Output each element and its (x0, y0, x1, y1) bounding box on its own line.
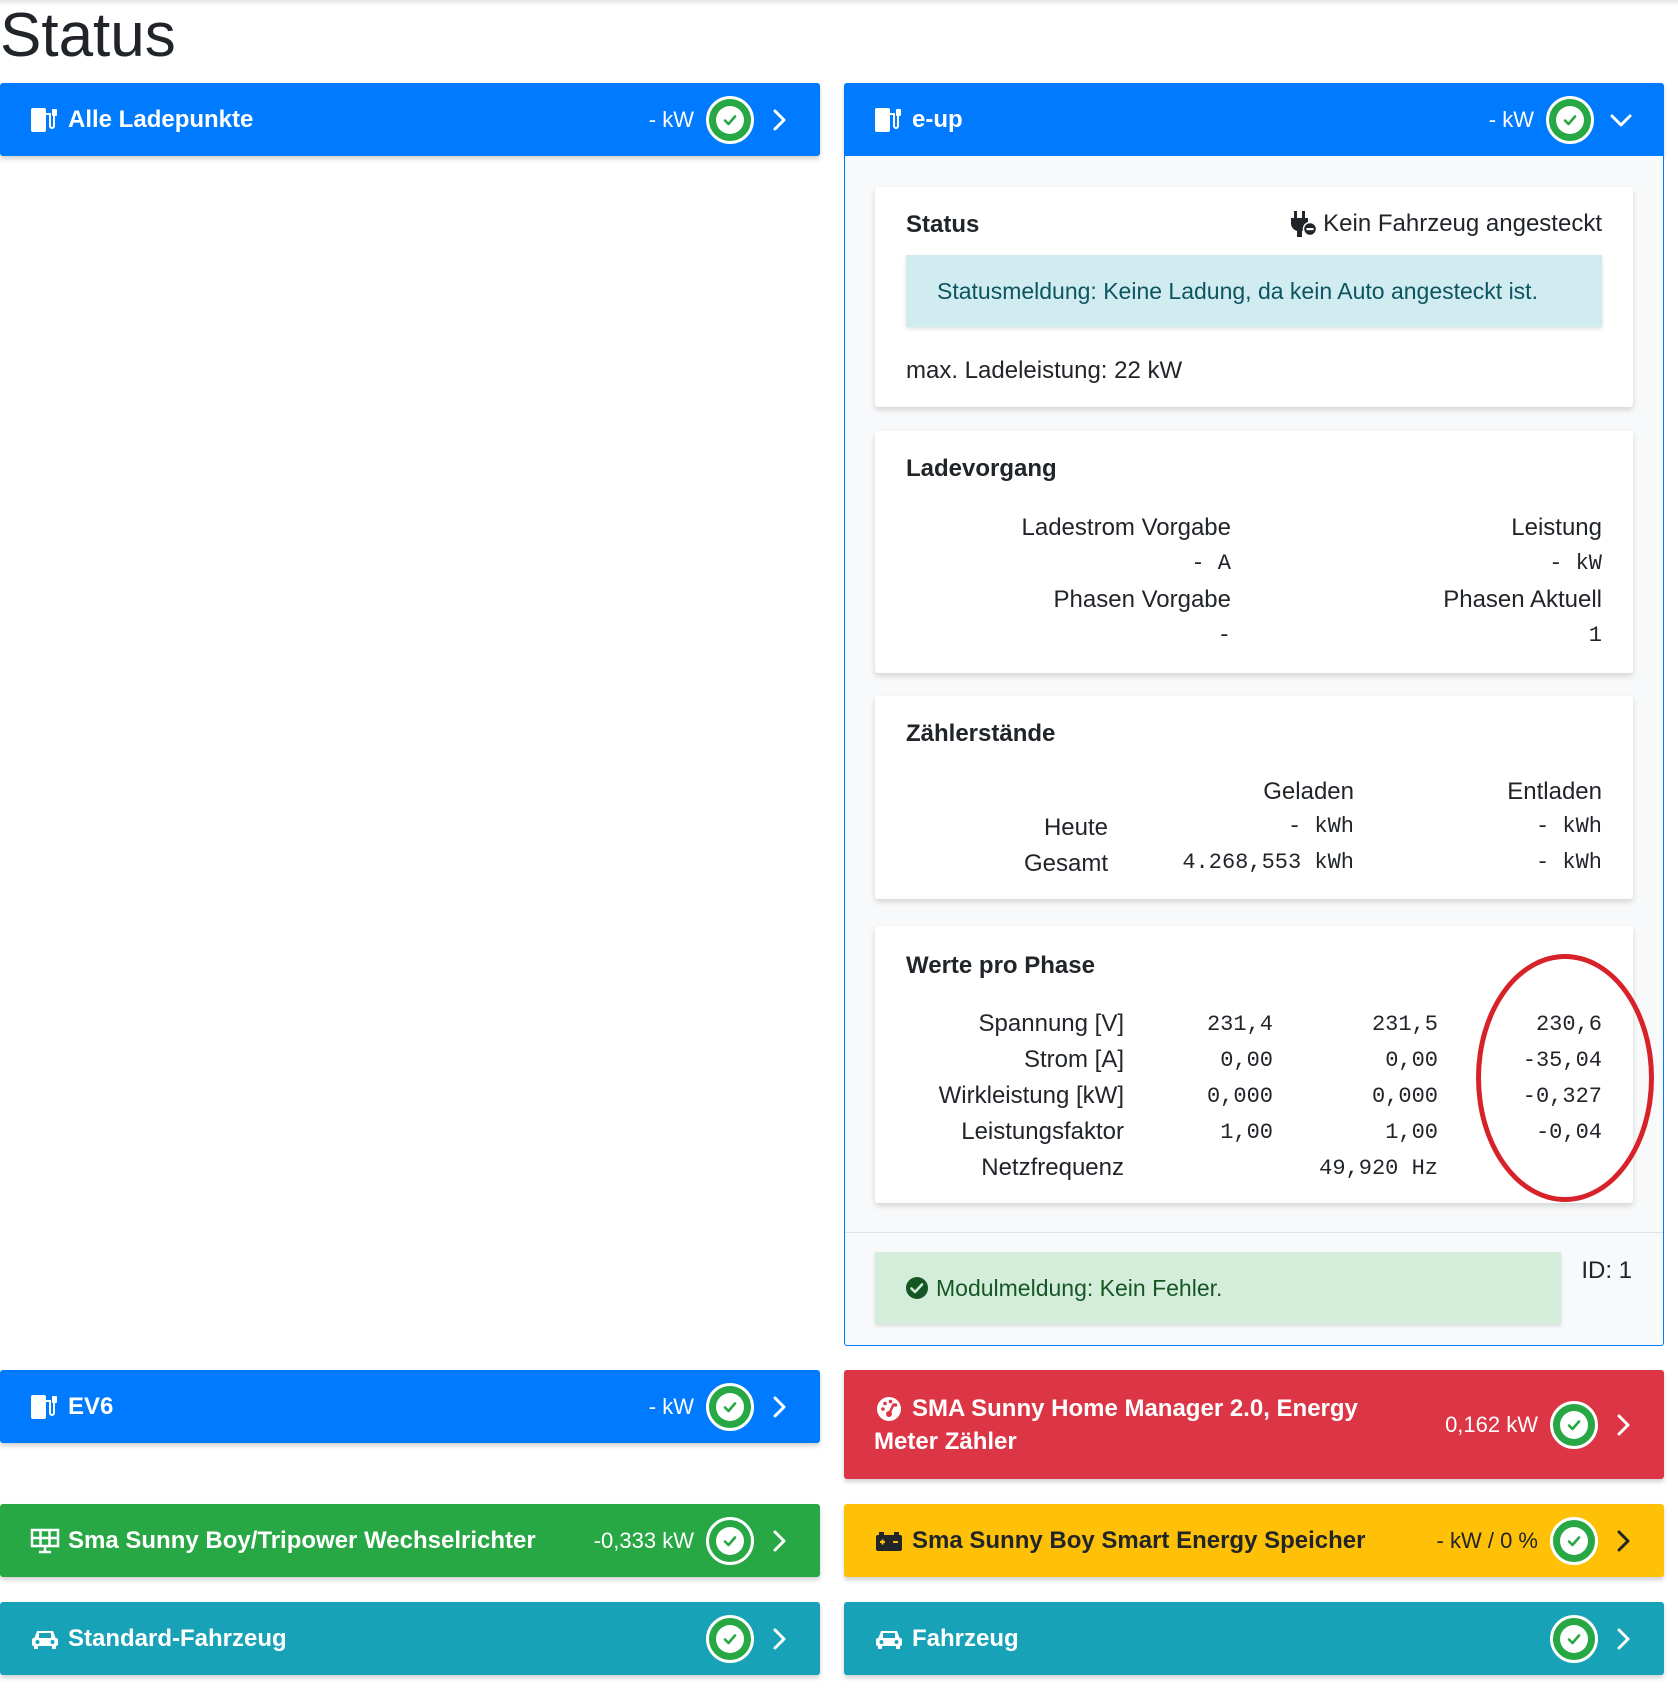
plug-state: Kein Fahrzeug angesteckt (1289, 210, 1602, 238)
module-message: Modulmeldung: Kein Fehler. (875, 1252, 1561, 1324)
phase-row-label: Spannung [V] (978, 1010, 1124, 1037)
phases-set-value: - (1217, 623, 1231, 648)
status-message: Statusmeldung: Keine Ladung, da kein Aut… (906, 255, 1602, 327)
eup-header[interactable]: e-up - kW (844, 83, 1664, 156)
inverter-power: -0,333 kW (593, 1527, 694, 1553)
charging-station-icon (30, 106, 60, 134)
charging-station-icon (30, 1393, 60, 1421)
car-icon (874, 1625, 904, 1653)
phase-row-label: Strom [A] (1023, 1046, 1124, 1073)
top-shadow (0, 0, 1678, 6)
charging-station-icon (874, 106, 904, 134)
check-circle-icon (1550, 1614, 1598, 1663)
footer-divider (845, 1232, 1663, 1233)
ev6-header[interactable]: EV6 - kW (0, 1370, 820, 1443)
std-vehicle-header[interactable]: Standard-Fahrzeug (0, 1602, 820, 1675)
charging-title: Ladevorgang (906, 455, 1057, 482)
power-label: Leistung (1511, 514, 1602, 541)
check-circle-icon (1546, 95, 1594, 144)
plug-off-icon (1291, 211, 1318, 237)
chevron-down-icon[interactable] (1608, 109, 1634, 131)
chevron-right-icon[interactable] (1612, 1412, 1634, 1438)
check-circle-icon (1550, 1516, 1598, 1565)
plug-state-text: Kein Fahrzeug angesteckt (1323, 210, 1602, 237)
check-circle-icon (706, 1516, 754, 1565)
eup-title: e-up (912, 106, 963, 133)
phases-set-label: Phasen Vorgabe (1053, 586, 1231, 613)
charge-current-value: - A (1191, 551, 1231, 576)
counter-title-line2: Meter Zähler (874, 1427, 1017, 1455)
charging-card: Ladevorgang Ladestrom Vorgabe Leistung -… (875, 431, 1633, 673)
phase-2-value: 231,5 (1371, 1012, 1438, 1037)
chevron-right-icon[interactable] (768, 1626, 790, 1652)
phase-2-value: 0,000 (1371, 1084, 1438, 1109)
meters-row-label: Heute (1043, 814, 1108, 841)
ev6-title: EV6 (68, 1393, 114, 1420)
phase-row-label: Leistungsfaktor (961, 1118, 1124, 1145)
chevron-right-icon[interactable] (768, 1528, 790, 1554)
phases-title: Werte pro Phase (906, 952, 1095, 979)
meters-row-discharged: - kWh (1535, 814, 1602, 839)
frequency-label: Netzfrequenz (981, 1154, 1124, 1181)
check-circle-icon (1550, 1400, 1598, 1449)
max-charge-power: max. Ladeleistung: 22 kW (906, 357, 1183, 384)
meters-row-charged: 4.268,553 kWh (1182, 850, 1354, 875)
all-chargepoints-power: - kW (648, 106, 694, 132)
meters-row-charged: - kWh (1287, 814, 1354, 839)
solar-panel-icon (30, 1528, 60, 1553)
chevron-right-icon[interactable] (768, 107, 790, 133)
meters-col-charged: Geladen (1263, 778, 1354, 805)
status-message-text: Statusmeldung: Keine Ladung, da kein Aut… (937, 277, 1538, 304)
car-icon (30, 1625, 60, 1653)
check-circle-icon (706, 1614, 754, 1663)
chargepoint-id: ID: 1 (1581, 1257, 1632, 1284)
battery-power: - kW / 0 % (1436, 1527, 1538, 1553)
phase-row-label: Wirkleistung [kW] (938, 1082, 1124, 1109)
meters-card: Zählerstände Geladen Entladen Heute - kW… (875, 696, 1633, 899)
phase-1-value: 0,00 (1220, 1048, 1273, 1073)
check-circle-icon (706, 95, 754, 144)
page-title: Status (0, 1, 176, 70)
status-title: Status (906, 211, 980, 238)
battery-title: Sma Sunny Boy Smart Energy Speicher (912, 1527, 1366, 1554)
counter-title-line1: SMA Sunny Home Manager 2.0, Energy (912, 1394, 1358, 1422)
phase-2-value: 0,00 (1385, 1048, 1438, 1073)
meters-title: Zählerstände (906, 720, 1056, 747)
power-value: - kW (1549, 551, 1602, 576)
tachometer-icon (877, 1396, 901, 1421)
inverter-header[interactable]: Sma Sunny Boy/Tripower Wechselrichter -0… (0, 1504, 820, 1577)
meters-row-label: Gesamt (1023, 850, 1108, 877)
ev6-power: - kW (648, 1393, 694, 1419)
meters-row-discharged: - kWh (1535, 850, 1602, 875)
all-chargepoints-header[interactable]: Alle Ladepunkte - kW (0, 83, 820, 156)
chevron-right-icon[interactable] (1612, 1626, 1634, 1652)
all-chargepoints-title: Alle Ladepunkte (68, 106, 254, 133)
charge-current-label: Ladestrom Vorgabe (1021, 514, 1231, 541)
car-battery-icon (876, 1531, 902, 1551)
eup-power: - kW (1488, 106, 1534, 132)
phases-actual-label: Phasen Aktuell (1443, 586, 1602, 613)
phase-1-value: 0,000 (1206, 1084, 1273, 1109)
vehicle-title: Fahrzeug (912, 1625, 1019, 1652)
check-circle-icon (706, 1382, 754, 1431)
meters-col-discharged: Entladen (1507, 778, 1602, 805)
battery-header[interactable]: Sma Sunny Boy Smart Energy Speicher - kW… (844, 1504, 1664, 1577)
chevron-right-icon[interactable] (768, 1394, 790, 1420)
inverter-title: Sma Sunny Boy/Tripower Wechselrichter (68, 1527, 536, 1554)
counter-header[interactable]: SMA Sunny Home Manager 2.0, Energy Meter… (844, 1370, 1664, 1479)
annotation-circle (1476, 954, 1654, 1202)
frequency-value: 49,920 Hz (1319, 1156, 1438, 1181)
chevron-right-icon[interactable] (1612, 1528, 1634, 1554)
check-circle-icon (906, 1277, 928, 1299)
phase-1-value: 1,00 (1220, 1120, 1273, 1145)
vehicle-header[interactable]: Fahrzeug (844, 1602, 1664, 1675)
counter-power: 0,162 kW (1445, 1411, 1538, 1437)
std-vehicle-title: Standard-Fahrzeug (68, 1625, 287, 1652)
status-card: Status Kein Fahrzeug angesteckt Statusme… (875, 187, 1633, 407)
phases-actual-value: 1 (1588, 623, 1602, 648)
phase-1-value: 231,4 (1206, 1012, 1273, 1037)
phase-2-value: 1,00 (1385, 1120, 1438, 1145)
module-message-text: Modulmeldung: Kein Fehler. (936, 1274, 1223, 1301)
